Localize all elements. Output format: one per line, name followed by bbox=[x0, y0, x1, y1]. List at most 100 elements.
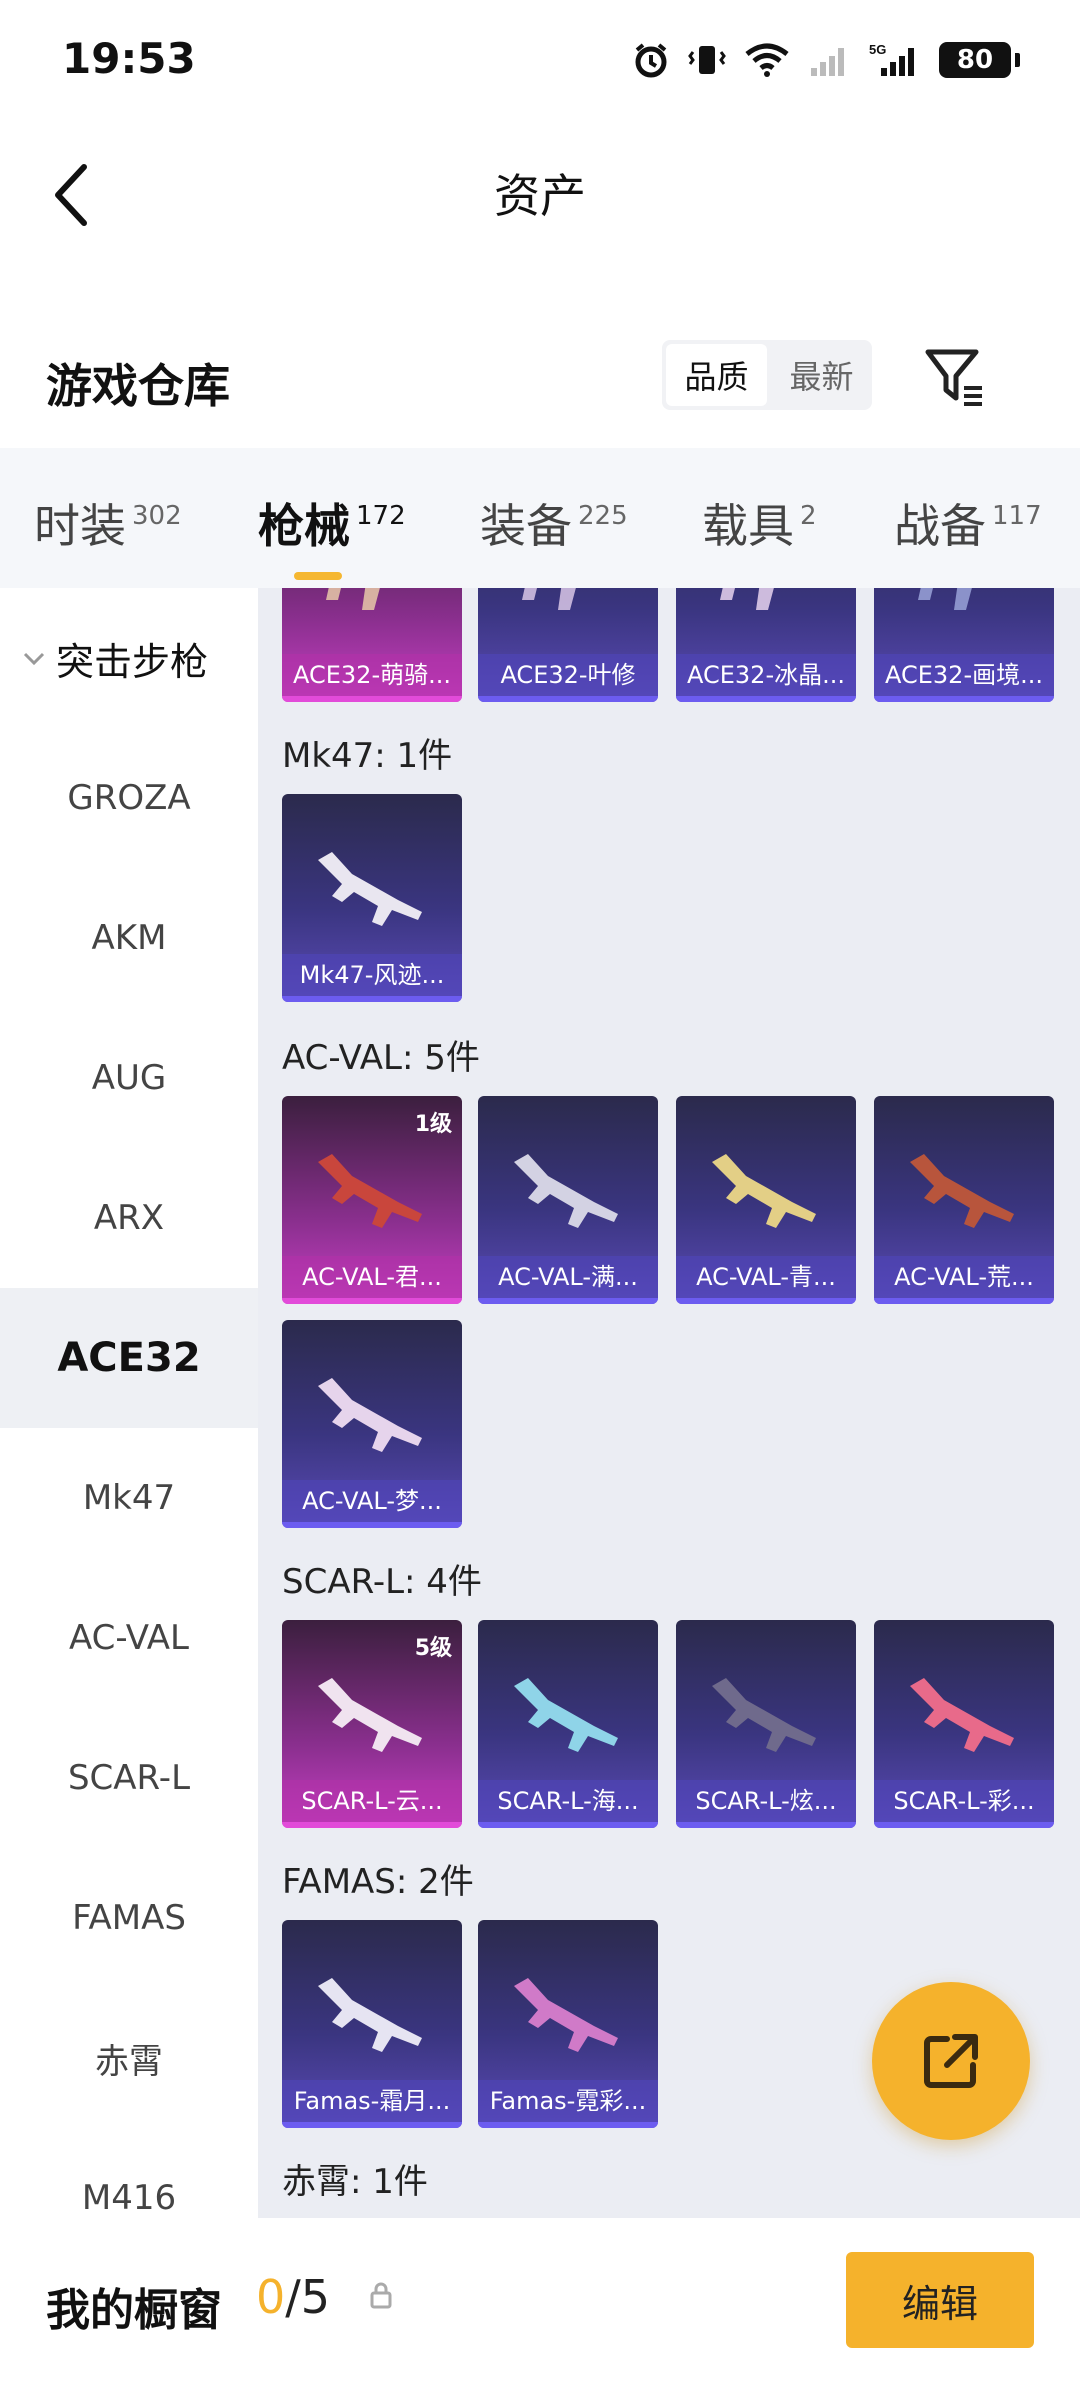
weapon-card-name: AC-VAL-梦... bbox=[282, 1480, 462, 1522]
showcase-label: 我的橱窗 bbox=[46, 2285, 222, 2336]
weapon-card[interactable]: AC-VAL-满... bbox=[478, 1096, 658, 1304]
rarity-bar bbox=[874, 696, 1054, 702]
rifle-icon bbox=[918, 588, 972, 610]
rarity-bar bbox=[282, 2122, 462, 2128]
rifle-icon bbox=[712, 1154, 816, 1228]
header: 资产 bbox=[0, 120, 1080, 260]
tab-fashion[interactable]: 时装 302 bbox=[34, 490, 182, 556]
edit-button[interactable]: 编辑 bbox=[846, 2252, 1034, 2348]
share-fab-button[interactable] bbox=[872, 1982, 1030, 2140]
group-title-ac-val: AC-VAL: 5件 bbox=[282, 1038, 480, 1078]
rifle-icon bbox=[326, 588, 380, 610]
tab-weapons[interactable]: 枪械 172 bbox=[258, 490, 406, 580]
weapon-card-name: ACE32-冰晶... bbox=[676, 654, 856, 696]
weapon-card[interactable]: Mk47-风迹... bbox=[282, 794, 462, 1002]
weapon-card[interactable]: 5级 SCAR-L-云... bbox=[282, 1620, 462, 1828]
sidebar-item-groza[interactable]: GROZA bbox=[0, 728, 258, 868]
page-title: 资产 bbox=[494, 169, 586, 223]
sidebar-item-m416[interactable]: M416 bbox=[0, 2128, 258, 2218]
weapon-card[interactable]: ACE32-画境... bbox=[874, 588, 1054, 702]
rifle-icon bbox=[514, 1154, 618, 1228]
sidebar-item-akm[interactable]: AKM bbox=[0, 868, 258, 1008]
weapon-grid: ACE32-萌骑... ACE32-叶修 ACE32-冰晶... ACE32-画… bbox=[258, 588, 1080, 2218]
showcase-max: 5 bbox=[300, 2270, 331, 2324]
weapon-card-name: SCAR-L-云... bbox=[282, 1780, 462, 1822]
weapon-card[interactable]: AC-VAL-荒... bbox=[874, 1096, 1054, 1304]
weapon-card[interactable]: 1级 AC-VAL-君... bbox=[282, 1096, 462, 1304]
status-icons: 5G 80 bbox=[631, 40, 1020, 80]
weapon-card[interactable]: SCAR-L-海... bbox=[478, 1620, 658, 1828]
tab-count: 172 bbox=[356, 501, 406, 531]
tab-label: 载具 bbox=[702, 499, 794, 553]
weapon-card[interactable]: SCAR-L-炫... bbox=[676, 1620, 856, 1828]
showcase-current: 0 bbox=[256, 2270, 286, 2324]
rifle-icon bbox=[318, 1978, 422, 2052]
showcase-count: 0/5 bbox=[256, 2270, 330, 2324]
weapon-card-name: SCAR-L-彩... bbox=[874, 1780, 1054, 1822]
tab-count: 225 bbox=[578, 501, 628, 531]
battery-tip bbox=[1015, 53, 1020, 67]
tab-count: 302 bbox=[132, 501, 182, 531]
rarity-bar bbox=[874, 1298, 1054, 1304]
weapon-card-name: SCAR-L-炫... bbox=[676, 1780, 856, 1822]
rifle-icon bbox=[514, 1678, 618, 1752]
weapon-card[interactable]: AC-VAL-梦... bbox=[282, 1320, 462, 1528]
weapon-card[interactable]: ACE32-冰晶... bbox=[676, 588, 856, 702]
weapon-card[interactable]: AC-VAL-青... bbox=[676, 1096, 856, 1304]
chevron-down-icon bbox=[23, 652, 45, 666]
sidebar-item-famas[interactable]: FAMAS bbox=[0, 1848, 258, 1988]
showcase-separator: / bbox=[285, 2270, 301, 2324]
sort-newest-button[interactable]: 最新 bbox=[771, 340, 872, 410]
sidebar-item-arx[interactable]: ARX bbox=[0, 1148, 258, 1288]
sidebar-category-label: 突击步枪 bbox=[56, 639, 209, 684]
group-title-scar-l: SCAR-L: 4件 bbox=[282, 1562, 482, 1602]
sidebar-category-assault-rifle[interactable]: 突击步枪 bbox=[0, 588, 258, 728]
sidebar-item-ace32[interactable]: ACE32 bbox=[0, 1288, 258, 1428]
rarity-bar bbox=[282, 1822, 462, 1828]
lock-icon bbox=[370, 2282, 392, 2309]
sidebar-item-ac-val[interactable]: AC-VAL bbox=[0, 1568, 258, 1708]
svg-text:5G: 5G bbox=[869, 42, 886, 57]
sidebar-item-scar-l[interactable]: SCAR-L bbox=[0, 1708, 258, 1848]
rifle-icon bbox=[318, 1378, 422, 1452]
section-head: 游戏仓库 品质 最新 bbox=[0, 320, 1080, 450]
rifle-icon bbox=[522, 588, 576, 610]
weapon-card-name: ACE32-画境... bbox=[874, 654, 1054, 696]
tab-active-indicator bbox=[294, 572, 342, 580]
bottom-bar: 我的橱窗 0/5 编辑 bbox=[0, 2218, 1080, 2382]
sidebar-item-mk47[interactable]: Mk47 bbox=[0, 1428, 258, 1568]
tab-vehicles[interactable]: 载具 2 bbox=[702, 490, 817, 556]
rifle-icon bbox=[318, 1154, 422, 1228]
weapon-card-name: ACE32-叶修 bbox=[478, 654, 658, 696]
rifle-icon bbox=[318, 1678, 422, 1752]
sort-toggle: 品质 最新 bbox=[662, 340, 872, 410]
sidebar-item-chixiao[interactable]: 赤霄 bbox=[0, 1988, 258, 2128]
filter-button[interactable] bbox=[920, 342, 990, 412]
tab-supplies[interactable]: 战备 117 bbox=[894, 490, 1042, 556]
tab-equipment[interactable]: 装备 225 bbox=[480, 490, 628, 556]
status-time: 19:53 bbox=[62, 34, 196, 83]
battery-indicator: 80 bbox=[939, 42, 1011, 78]
rarity-bar bbox=[478, 2122, 658, 2128]
rifle-icon bbox=[720, 588, 774, 610]
group-title-chixiao: 赤霄: 1件 bbox=[282, 2162, 428, 2202]
category-tabs: 时装 302 枪械 172 装备 225 载具 2 战备 117 bbox=[0, 448, 1080, 588]
rifle-icon bbox=[514, 1978, 618, 2052]
weapon-card[interactable]: ACE32-叶修 bbox=[478, 588, 658, 702]
weapon-card-name: SCAR-L-海... bbox=[478, 1780, 658, 1822]
weapon-card[interactable]: Famas-霓彩... bbox=[478, 1920, 658, 2128]
rifle-icon bbox=[712, 1678, 816, 1752]
weapon-card-name: Famas-霓彩... bbox=[478, 2080, 658, 2122]
weapon-sidebar: 突击步枪 GROZA AKM AUG ARX ACE32 Mk47 AC-VAL… bbox=[0, 588, 258, 2218]
sort-quality-button[interactable]: 品质 bbox=[666, 344, 767, 406]
weapon-card[interactable]: ACE32-萌骑... bbox=[282, 588, 462, 702]
filter-icon bbox=[925, 349, 982, 406]
vibrate-icon bbox=[688, 46, 726, 74]
weapon-card[interactable]: SCAR-L-彩... bbox=[874, 1620, 1054, 1828]
weapon-card[interactable]: Famas-霜月... bbox=[282, 1920, 462, 2128]
section-title: 游戏仓库 bbox=[46, 359, 230, 413]
wifi-icon bbox=[745, 43, 789, 77]
rarity-bar bbox=[282, 696, 462, 702]
sidebar-item-aug[interactable]: AUG bbox=[0, 1008, 258, 1148]
weapon-card-name: Famas-霜月... bbox=[282, 2080, 462, 2122]
